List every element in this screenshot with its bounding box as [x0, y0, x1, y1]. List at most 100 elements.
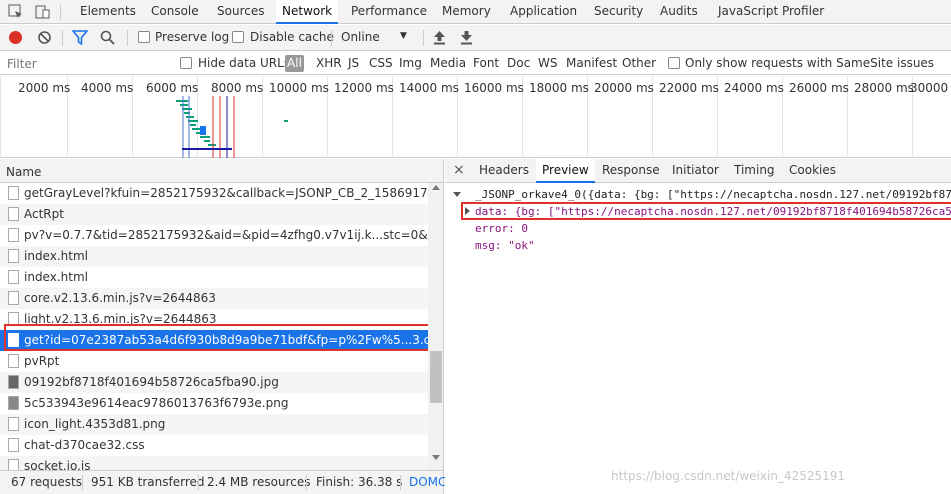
table-row[interactable]: 09192bf8718f401694b58726ca5fba90.jpg: [0, 372, 428, 393]
table-row[interactable]: chat-d370cae32.css: [0, 435, 428, 456]
network-toolbar: Preserve log Disable cache Online ▼: [0, 25, 951, 51]
name-column-header[interactable]: Name: [6, 165, 41, 179]
file-icon: [8, 270, 19, 284]
throttling-select[interactable]: Online: [341, 30, 380, 44]
file-icon: [8, 354, 19, 368]
tab-console[interactable]: Console: [145, 0, 205, 24]
request-name: 09192bf8718f401694b58726ca5fba90.jpg: [24, 375, 279, 389]
filter-css[interactable]: CSS: [369, 56, 393, 70]
request-name: index.html: [24, 270, 88, 284]
filter-input[interactable]: [2, 54, 167, 73]
tab-security[interactable]: Security: [588, 0, 649, 24]
table-row[interactable]: pv?v=0.7.7&tid=2852175932&aid=&pid=4zfhg…: [0, 225, 428, 246]
list-header: Name: [0, 159, 443, 183]
export-har-icon[interactable]: [460, 30, 473, 48]
table-row[interactable]: index.html: [0, 267, 428, 288]
request-name: ActRpt: [24, 207, 64, 221]
tab-timing[interactable]: Timing: [728, 159, 781, 183]
scroll-up-icon[interactable]: [432, 185, 440, 190]
file-icon: [8, 438, 19, 452]
tab-headers[interactable]: Headers: [473, 159, 535, 183]
request-name: index.html: [24, 249, 88, 263]
request-name: chat-d370cae32.css: [24, 438, 145, 452]
divider: [60, 4, 61, 20]
request-name: pv?v=0.7.7&tid=2852175932&aid=&pid=4zfhg…: [24, 228, 428, 242]
transferred-size: 951 KB transferred: [91, 475, 205, 489]
finish-time: Finish: 36.38 s: [316, 475, 403, 489]
filter-other[interactable]: Other: [622, 56, 656, 70]
table-row[interactable]: socket.io.js: [0, 456, 428, 470]
request-name: 5c533943e9614eac9786013763f6793e.png: [24, 396, 289, 410]
watermark: https://blog.csdn.net/weixin_42525191: [611, 469, 846, 483]
table-row[interactable]: icon_light.4353d81.png: [0, 414, 428, 435]
record-icon[interactable]: [9, 31, 22, 44]
preserve-log-checkbox[interactable]: [138, 31, 150, 43]
divider: [331, 30, 332, 46]
table-row[interactable]: ActRpt: [0, 204, 428, 225]
file-icon: [8, 291, 19, 305]
hide-data-urls-label: Hide data URLs: [198, 56, 291, 70]
table-row[interactable]: 5c533943e9614eac9786013763f6793e.png: [0, 393, 428, 414]
tab-cookies[interactable]: Cookies: [783, 159, 842, 183]
tab-preview[interactable]: Preview: [536, 159, 595, 183]
file-icon: [8, 228, 19, 242]
tab-application[interactable]: Application: [504, 0, 583, 24]
filter-doc[interactable]: Doc: [507, 56, 530, 70]
disable-cache-label: Disable cache: [250, 30, 334, 44]
filter-all-button[interactable]: All: [285, 55, 304, 72]
preview-msg-line: msg: "ok": [475, 239, 535, 252]
inspect-element-icon[interactable]: [8, 4, 24, 20]
filter-xhr[interactable]: XHR: [316, 56, 342, 70]
filter-media[interactable]: Media: [430, 56, 466, 70]
table-row[interactable]: getGrayLevel?kfuin=2852175932&callback=J…: [0, 183, 428, 204]
preserve-log-label: Preserve log: [155, 30, 230, 44]
request-waterfall: [176, 96, 288, 158]
scroll-down-icon[interactable]: [432, 455, 440, 460]
file-icon: [8, 249, 19, 263]
import-har-icon[interactable]: [433, 30, 446, 48]
hide-data-urls-checkbox[interactable]: [180, 57, 192, 69]
filter-img[interactable]: Img: [399, 56, 422, 70]
samesite-checkbox[interactable]: [668, 57, 680, 69]
image-file-icon: [8, 396, 19, 410]
table-row[interactable]: index.html: [0, 246, 428, 267]
preview-error-line: error: 0: [475, 222, 528, 235]
filter-js[interactable]: JS: [348, 56, 359, 70]
device-toolbar-icon[interactable]: [34, 4, 50, 20]
tab-performance[interactable]: Performance: [345, 0, 433, 24]
divider: [62, 30, 63, 46]
network-overview[interactable]: 2000 ms 4000 ms 6000 ms 8000 ms 10000 ms…: [0, 76, 951, 158]
tab-response[interactable]: Response: [596, 159, 666, 183]
samesite-label: Only show requests with SameSite issues: [685, 56, 935, 70]
clear-icon[interactable]: [37, 30, 52, 48]
tab-audits[interactable]: Audits: [654, 0, 704, 24]
tab-sources[interactable]: Sources: [211, 0, 270, 24]
disable-cache-checkbox[interactable]: [232, 31, 244, 43]
filter-manifest[interactable]: Manifest: [566, 56, 617, 70]
filter-icon[interactable]: [71, 30, 89, 48]
collapse-triangle-icon[interactable]: [453, 192, 461, 197]
domcontentloaded-time: DOMC: [409, 475, 447, 489]
request-name: icon_light.4353d81.png: [24, 417, 166, 431]
tab-elements[interactable]: Elements: [74, 0, 142, 24]
scrollbar-thumb[interactable]: [430, 351, 442, 403]
request-count: 67 requests: [11, 475, 82, 489]
tab-memory[interactable]: Memory: [436, 0, 497, 24]
chevron-down-icon[interactable]: ▼: [400, 31, 407, 41]
tab-initiator[interactable]: Initiator: [666, 159, 725, 183]
tab-javascript-profiler[interactable]: JavaScript Profiler: [712, 0, 830, 24]
request-name: core.v2.13.6.min.js?v=2644863: [24, 291, 216, 305]
filter-font[interactable]: Font: [473, 56, 499, 70]
tab-network[interactable]: Network: [276, 0, 339, 24]
table-row[interactable]: core.v2.13.6.min.js?v=2644863: [0, 288, 428, 309]
list-scrollbar[interactable]: [428, 183, 443, 470]
file-icon: [8, 186, 19, 200]
close-icon[interactable]: ×: [453, 162, 465, 178]
filter-ws[interactable]: WS: [538, 56, 557, 70]
request-list: Name getGrayLevel?kfuin=2852175932&callb…: [0, 159, 444, 470]
file-icon: [8, 459, 19, 470]
search-icon[interactable]: [100, 30, 115, 48]
divider: [127, 30, 128, 46]
request-name: getGrayLevel?kfuin=2852175932&callback=J…: [24, 186, 428, 200]
table-row[interactable]: pvRpt: [0, 351, 428, 372]
